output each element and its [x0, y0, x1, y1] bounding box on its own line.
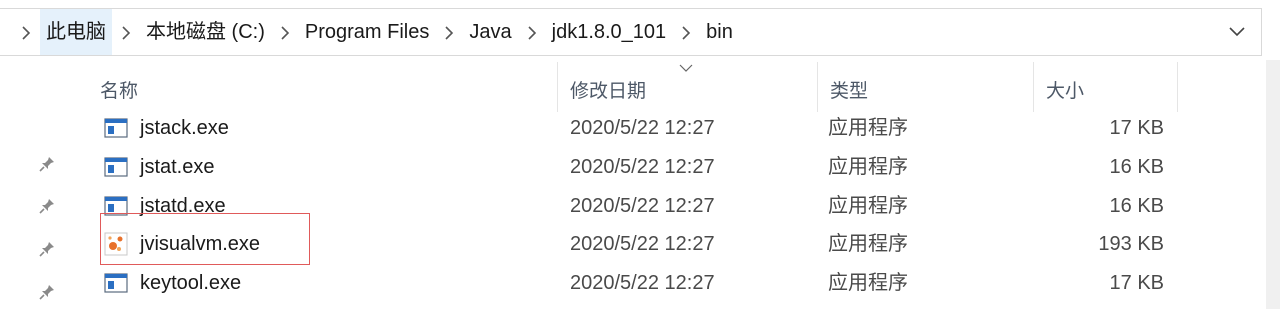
breadcrumb-item-this-pc[interactable]: 此电脑 [40, 9, 112, 55]
pin-icon[interactable] [38, 283, 56, 301]
file-row[interactable]: jstat.exe 2020/5/22 12:27 应用程序 16 KB [88, 148, 1178, 187]
file-row[interactable]: jstack.exe 2020/5/22 12:27 应用程序 17 KB [88, 109, 1178, 148]
chevron-right-icon[interactable] [672, 9, 700, 55]
file-type: 应用程序 [828, 117, 908, 139]
breadcrumb-item-java[interactable]: Java [463, 9, 517, 55]
exe-icon [104, 157, 128, 177]
breadcrumb-item-local-disk[interactable]: 本地磁盘 (C:) [140, 9, 271, 55]
file-size: 16 KB [1109, 195, 1164, 217]
file-type: 应用程序 [828, 272, 908, 294]
column-header-date[interactable]: 修改日期 [558, 62, 818, 112]
file-date: 2020/5/22 12:27 [570, 233, 715, 255]
breadcrumb-item-jdk[interactable]: jdk1.8.0_101 [546, 9, 673, 55]
column-header-name[interactable]: 名称 [88, 62, 558, 112]
file-size: 17 KB [1109, 117, 1164, 139]
file-type: 应用程序 [828, 195, 908, 217]
file-date: 2020/5/22 12:27 [570, 117, 715, 139]
chevron-right-icon[interactable] [518, 9, 546, 55]
pin-icon[interactable] [38, 197, 56, 215]
column-header-type[interactable]: 类型 [818, 62, 1034, 112]
highlight-box [100, 213, 310, 265]
file-size: 193 KB [1098, 233, 1164, 255]
address-bar[interactable]: 此电脑 本地磁盘 (C:) Program Files Java jdk1.8.… [0, 8, 1262, 56]
file-name: jstack.exe [140, 117, 229, 139]
file-type: 应用程序 [828, 233, 908, 255]
breadcrumb-item-bin[interactable]: bin [700, 9, 739, 55]
file-size: 16 KB [1109, 156, 1164, 178]
file-date: 2020/5/22 12:27 [570, 272, 715, 294]
scrollbar-track[interactable] [1266, 60, 1280, 309]
breadcrumb: 此电脑 本地磁盘 (C:) Program Files Java jdk1.8.… [0, 9, 739, 55]
file-name: jstat.exe [140, 156, 215, 178]
exe-icon [104, 273, 128, 293]
chevron-right-icon[interactable] [271, 9, 299, 55]
address-dropdown-button[interactable] [1223, 19, 1251, 45]
file-name: keytool.exe [140, 272, 242, 294]
file-date: 2020/5/22 12:27 [570, 195, 715, 217]
pin-icon[interactable] [38, 155, 56, 173]
chevron-right-icon[interactable] [12, 9, 40, 55]
file-type: 应用程序 [828, 156, 908, 178]
column-header-size[interactable]: 大小 [1034, 62, 1178, 112]
chevron-right-icon[interactable] [112, 9, 140, 55]
chevron-down-icon [1229, 27, 1245, 37]
column-header: 名称 修改日期 类型 大小 [88, 62, 1178, 112]
chevron-right-icon[interactable] [435, 9, 463, 55]
file-row[interactable]: keytool.exe 2020/5/22 12:27 应用程序 17 KB [88, 264, 1178, 303]
pin-icon[interactable] [38, 240, 56, 258]
file-size: 17 KB [1109, 272, 1164, 294]
file-date: 2020/5/22 12:27 [570, 156, 715, 178]
exe-icon [104, 118, 128, 138]
breadcrumb-item-program-files[interactable]: Program Files [299, 9, 435, 55]
